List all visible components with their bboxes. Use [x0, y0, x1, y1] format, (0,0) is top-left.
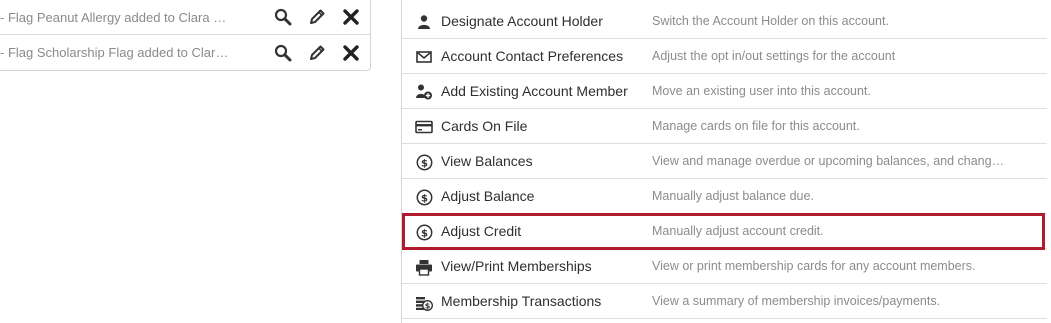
action-cards-on-file[interactable]: Cards On File Manage cards on file for t… [402, 109, 1047, 144]
pencil-icon[interactable] [300, 41, 334, 65]
flag-row: - Flag Scholarship Flag added to Clara S… [0, 35, 370, 70]
close-icon[interactable] [334, 5, 368, 29]
flag-row: - Flag Peanut Allergy added to Clara Sie… [0, 0, 370, 35]
action-title: Designate Account Holder [441, 13, 603, 29]
svg-text:$: $ [425, 301, 431, 310]
account-actions-list: Designate Account Holder Switch the Acco… [401, 0, 1047, 323]
coins-icon: $ [415, 293, 433, 311]
close-icon[interactable] [334, 41, 368, 65]
dollar-circle-icon: $ [415, 153, 433, 171]
action-description: Manually adjust balance due. [652, 189, 814, 203]
action-description: Manually adjust account credit. [652, 224, 824, 238]
action-description: Move an existing user into this account. [652, 84, 871, 98]
dollar-circle-icon: $ [415, 223, 433, 241]
credit-card-icon [415, 118, 433, 136]
pencil-icon[interactable] [300, 5, 334, 29]
action-adjust-balance[interactable]: $ Adjust Balance Manually adjust balance… [402, 179, 1047, 214]
flag-actions [266, 41, 368, 65]
action-description: Switch the Account Holder on this accoun… [652, 14, 889, 28]
action-view-balances[interactable]: $ View Balances View and manage overdue … [402, 144, 1047, 179]
action-description: View a summary of membership invoices/pa… [652, 294, 941, 308]
action-description: Manage cards on file for this account. [652, 119, 860, 133]
action-adjust-credit[interactable]: $ Adjust Credit Manually adjust account … [402, 214, 1047, 249]
flag-text: - Flag Peanut Allergy added to Clara Sie… [0, 9, 232, 25]
action-membership-transactions[interactable]: $ Membership Transactions View a summary… [402, 284, 1047, 319]
action-title: Cards On File [441, 118, 528, 134]
action-add-existing-account-member[interactable]: Add Existing Account Member Move an exis… [402, 74, 1047, 109]
printer-icon [415, 258, 433, 276]
person-icon [415, 13, 433, 31]
action-title: Membership Transactions [441, 293, 602, 309]
action-title: Add Existing Account Member [441, 83, 628, 99]
flag-text: - Flag Scholarship Flag added to Clara S… [0, 45, 232, 60]
search-icon[interactable] [266, 5, 300, 29]
svg-text:$: $ [421, 228, 428, 239]
flags-list: - Flag Peanut Allergy added to Clara Sie… [0, 0, 371, 71]
action-title: Account Contact Preferences [441, 48, 624, 64]
flag-actions [266, 5, 368, 29]
svg-text:$: $ [421, 158, 428, 169]
action-title: Adjust Credit [441, 223, 522, 239]
action-view-print-memberships[interactable]: View/Print Memberships View or print mem… [402, 249, 1047, 284]
action-title: Adjust Balance [441, 188, 535, 204]
action-description: View or print membership cards for any a… [652, 259, 976, 273]
search-icon[interactable] [266, 41, 300, 65]
action-description: View and manage overdue or upcoming bala… [652, 154, 1008, 168]
person-add-icon [415, 83, 433, 101]
envelope-icon [415, 48, 433, 66]
action-title: View Balances [441, 153, 533, 169]
dollar-circle-icon: $ [415, 188, 433, 206]
action-designate-account-holder[interactable]: Designate Account Holder Switch the Acco… [402, 4, 1047, 39]
svg-text:$: $ [421, 193, 428, 204]
action-account-contact-preferences[interactable]: Account Contact Preferences Adjust the o… [402, 39, 1047, 74]
action-description: Adjust the opt in/out settings for the a… [652, 49, 896, 63]
action-title: View/Print Memberships [441, 258, 592, 274]
